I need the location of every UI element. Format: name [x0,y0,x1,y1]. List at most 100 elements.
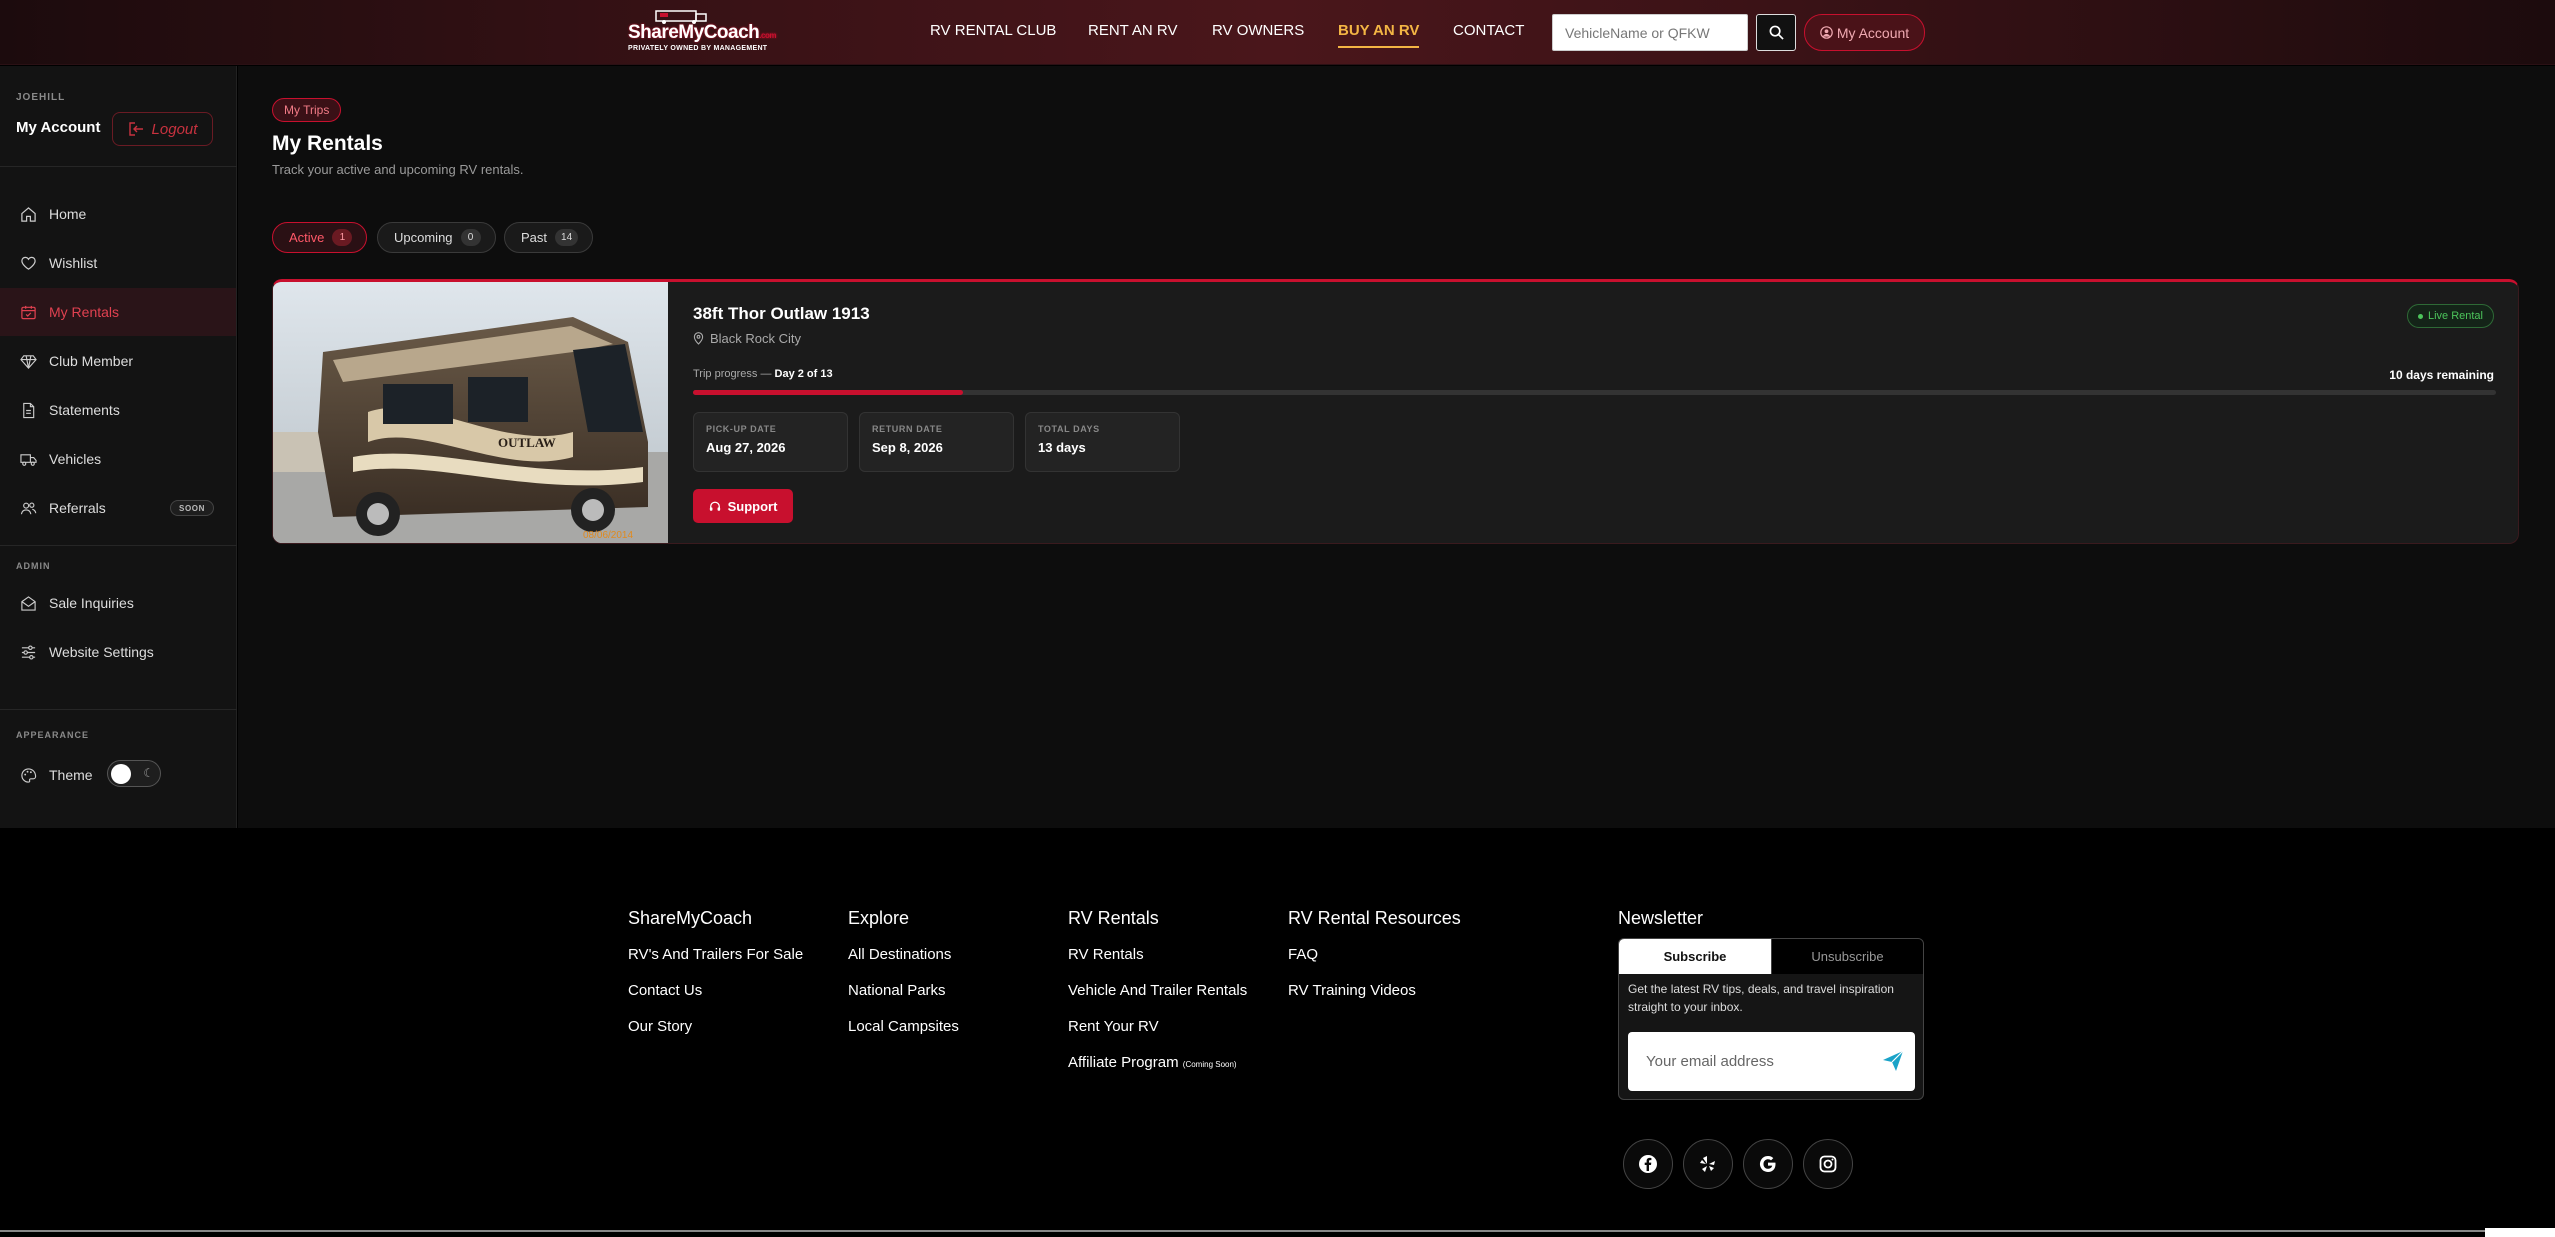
trip-progress-bar [693,390,2496,395]
theme-toggle[interactable]: ☾ [107,760,161,787]
instagram-button[interactable] [1803,1139,1853,1189]
logo-text: ShareMyCoach.com [628,22,776,43]
tab-subscribe[interactable]: Subscribe [1619,939,1771,974]
return-date-box: RETURN DATE Sep 8, 2026 [859,412,1014,472]
search-button[interactable] [1756,14,1796,51]
newsletter-email-input[interactable] [1628,1032,1915,1091]
days-remaining: 10 days remaining [2389,368,2494,382]
footer-link-rent-your-rv[interactable]: Rent Your RV [1068,1018,1159,1035]
pickup-date-value: Aug 27, 2026 [706,440,786,455]
account-sidebar: JOEHILL My Account Logout Home Wishlist … [0,66,237,828]
footer-heading-rv-rentals: RV Rentals [1068,908,1159,928]
page-subtitle: Track your active and upcoming RV rental… [272,162,524,177]
calendar-icon [21,305,36,319]
date-label: PICK-UP DATE [706,424,777,434]
footer-link-affiliate-program[interactable]: Affiliate Program (Coming Soon) [1068,1054,1237,1071]
rv-photo[interactable]: OUTLAW 08/06/2014 [273,282,668,543]
footer-link-training-videos[interactable]: RV Training Videos [1288,982,1416,999]
rv-location-text: Black Rock City [710,331,802,346]
truck-icon [20,453,37,466]
yelp-button[interactable] [1683,1139,1733,1189]
headset-icon [709,501,720,511]
sidebar-item-vehicles[interactable]: Vehicles [0,435,236,483]
document-icon [23,402,35,418]
tab-label: Active [289,230,325,245]
sidebar-item-label: Wishlist [49,255,98,271]
footer-heading-resources: RV Rental Resources [1288,908,1461,928]
tab-active[interactable]: Active 1 [272,222,368,253]
rv-illustration: OUTLAW 08/06/2014 [273,282,668,543]
sidebar-item-statements[interactable]: Statements [0,386,236,434]
trip-progress-label: Trip progress — Day 2 of 13 [693,368,833,380]
send-icon[interactable] [1881,1049,1905,1073]
footer-link-contact-us[interactable]: Contact Us [628,982,702,999]
map-pin-icon [693,332,704,345]
footer-link-local-campsites[interactable]: Local Campsites [848,1018,959,1035]
tab-label: Past [521,230,548,245]
footer-link-rv-rentals[interactable]: RV Rentals [1068,946,1144,963]
date-label: TOTAL DAYS [1038,424,1100,434]
nav-rv-rental-club[interactable]: RV RENTAL CLUB [930,22,1056,39]
theme-row: Theme [0,751,100,799]
sidebar-item-wishlist[interactable]: Wishlist [0,239,236,287]
instagram-icon [1819,1155,1837,1173]
google-button[interactable] [1743,1139,1793,1189]
trip-progress-day: Day 2 of 13 [774,368,833,380]
tab-past[interactable]: Past 14 [504,222,594,253]
nav-contact[interactable]: CONTACT [1453,22,1524,39]
newsletter-box: Subscribe Unsubscribe Get the latest RV … [1618,938,1924,1100]
moon-icon: ☾ [143,766,154,780]
nav-rent-an-rv[interactable]: RENT AN RV [1088,22,1177,39]
sidebar-divider [0,545,237,546]
admin-heading: ADMIN [16,561,51,571]
rv-decal-text: OUTLAW [498,435,556,450]
photo-date-stamp: 08/06/2014 [583,530,633,541]
support-button[interactable]: Support [693,489,793,523]
footer-link-faq[interactable]: FAQ [1288,946,1318,963]
total-days-box: TOTAL DAYS 13 days [1025,412,1180,472]
nav-buy-an-rv[interactable]: BUY AN RV [1338,22,1420,48]
theme-label: Theme [49,767,93,783]
sidebar-item-home[interactable]: Home [0,190,236,238]
tab-unsubscribe[interactable]: Unsubscribe [1771,939,1923,974]
my-account-button[interactable]: My Account [1804,14,1925,51]
sliders-icon [21,645,36,659]
newsletter-heading: Newsletter [1618,908,1704,928]
sidebar-account-title: My Account [16,119,101,136]
sidebar-item-label: Website Settings [49,644,154,660]
tab-count: 14 [555,229,579,246]
appearance-heading: APPEARANCE [16,730,90,740]
footer-link-all-destinations[interactable]: All Destinations [848,946,951,963]
sidebar-item-sale-inquiries[interactable]: Sale Inquiries [0,579,236,627]
facebook-button[interactable] [1623,1139,1673,1189]
logout-label: Logout [151,120,198,138]
rv-name[interactable]: 38ft Thor Outlaw 1913 [693,304,870,324]
sidebar-item-label: Vehicles [49,451,102,467]
home-icon [21,206,36,222]
heart-icon [21,256,36,270]
footer-link-rvs-for-sale[interactable]: RV's And Trailers For Sale [628,946,803,963]
total-days-value: 13 days [1038,440,1086,455]
vehicle-search-input[interactable] [1552,14,1748,51]
logout-button[interactable]: Logout [112,112,213,146]
footer-link-our-story[interactable]: Our Story [628,1018,692,1035]
rental-card: OUTLAW 08/06/2014 38ft Thor Outlaw 1913 … [272,279,2519,544]
soon-badge: SOON [170,500,214,516]
nav-rv-owners[interactable]: RV OWNERS [1212,22,1304,39]
footer-link-vehicle-trailer-rentals[interactable]: Vehicle And Trailer Rentals [1068,982,1247,999]
my-account-label: My Account [1836,24,1910,41]
sidebar-divider [0,166,237,167]
toggle-knob [111,764,131,784]
sidebar-item-my-rentals[interactable]: My Rentals [0,288,236,336]
sidebar-item-club-member[interactable]: Club Member [0,337,236,385]
sidebar-item-referrals[interactable]: Referrals SOON [0,484,236,532]
tab-count: 1 [332,229,353,246]
sidebar-username: JOEHILL [16,92,66,103]
footer-link-national-parks[interactable]: National Parks [848,982,946,999]
sidebar-item-website-settings[interactable]: Website Settings [0,628,236,676]
tab-upcoming[interactable]: Upcoming 0 [377,222,496,253]
site-logo[interactable]: ShareMyCoach.com PRIVATELY OWNED BY MANA… [628,8,776,56]
logo-tagline: PRIVATELY OWNED BY MANAGEMENT [628,45,768,52]
page-bottom-border [0,1230,2485,1232]
users-icon [20,502,37,514]
